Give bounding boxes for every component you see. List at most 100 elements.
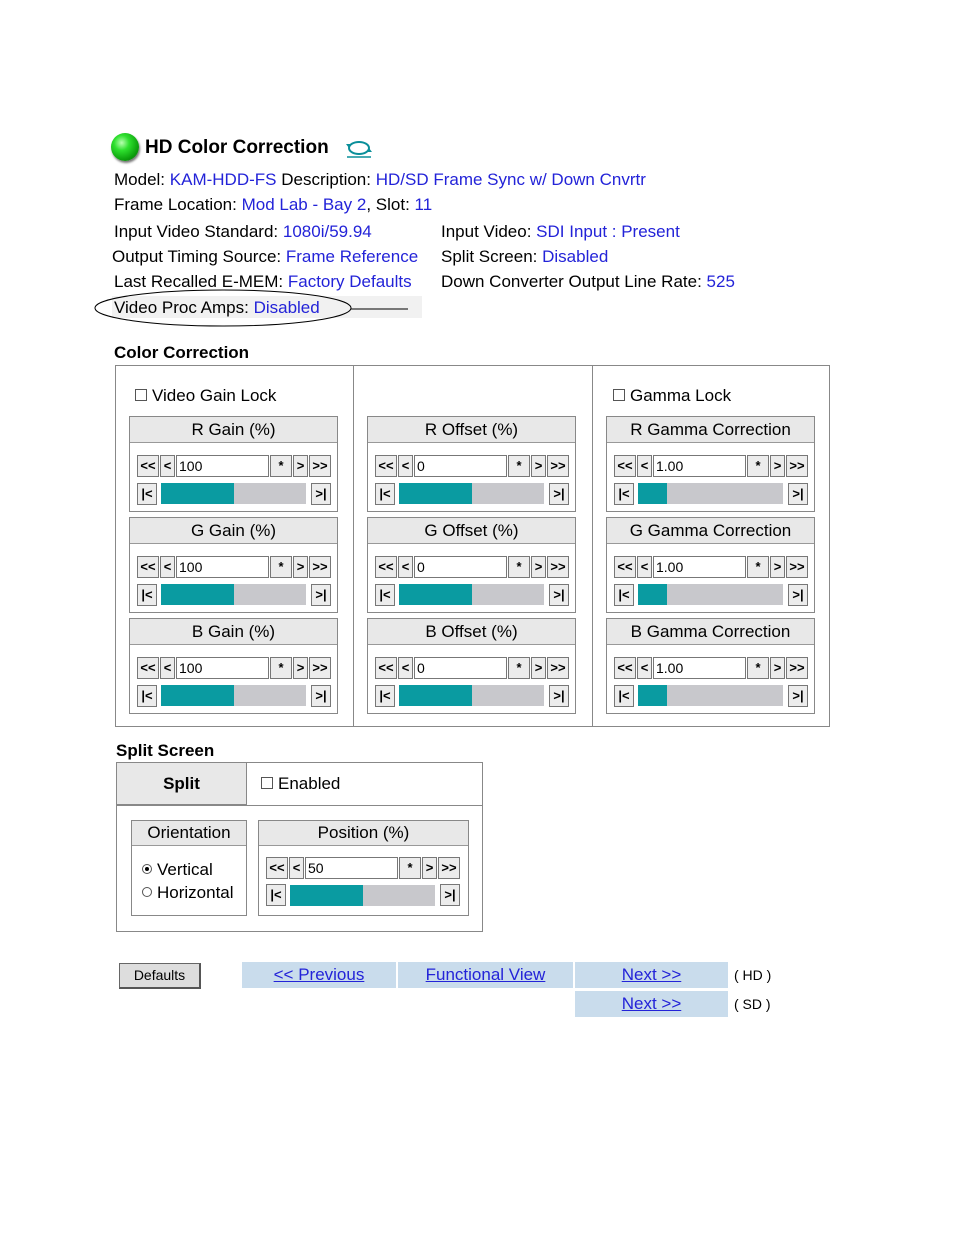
fast-increase-button[interactable]: >> xyxy=(547,556,569,578)
fast-decrease-button[interactable]: << xyxy=(137,657,159,679)
increase-button[interactable]: > xyxy=(293,556,308,578)
r-gain-input[interactable]: 100 xyxy=(176,455,269,477)
fast-decrease-button[interactable]: << xyxy=(137,455,159,477)
b-gain-input[interactable]: 100 xyxy=(176,657,269,679)
b-gamma-input[interactable]: 1.00 xyxy=(653,657,746,679)
default-value-button[interactable]: * xyxy=(270,657,292,679)
refresh-icon[interactable] xyxy=(346,138,372,158)
default-value-button[interactable]: * xyxy=(747,556,769,578)
r-gamma-input[interactable]: 1.00 xyxy=(653,455,746,477)
orientation-vertical-radio[interactable]: Vertical xyxy=(142,860,213,880)
max-button[interactable]: >| xyxy=(311,685,331,707)
fast-increase-button[interactable]: >> xyxy=(786,455,808,477)
decrease-button[interactable]: < xyxy=(398,455,413,477)
max-button[interactable]: >| xyxy=(549,483,569,505)
decrease-button[interactable]: < xyxy=(637,455,652,477)
min-button[interactable]: |< xyxy=(375,584,395,606)
g-offset-input[interactable]: 0 xyxy=(414,556,507,578)
functional-view-link[interactable]: Functional View xyxy=(426,965,546,984)
fast-decrease-button[interactable]: << xyxy=(375,455,397,477)
position-slider[interactable] xyxy=(290,885,435,906)
max-button[interactable]: >| xyxy=(311,584,331,606)
max-button[interactable]: >| xyxy=(788,685,808,707)
decrease-button[interactable]: < xyxy=(160,657,175,679)
checkbox-icon[interactable] xyxy=(261,776,273,789)
fast-increase-button[interactable]: >> xyxy=(309,455,331,477)
checkbox-icon[interactable] xyxy=(613,388,625,401)
g-gain-input[interactable]: 100 xyxy=(176,556,269,578)
increase-button[interactable]: > xyxy=(293,657,308,679)
min-button[interactable]: |< xyxy=(614,483,634,505)
default-value-button[interactable]: * xyxy=(270,556,292,578)
increase-button[interactable]: > xyxy=(531,657,546,679)
fast-decrease-button[interactable]: << xyxy=(266,857,288,879)
min-button[interactable]: |< xyxy=(137,483,157,505)
next-sd-link[interactable]: Next >> xyxy=(622,994,682,1013)
previous-link[interactable]: << Previous xyxy=(274,965,365,984)
split-enabled-checkbox[interactable]: Enabled xyxy=(261,774,340,794)
min-button[interactable]: |< xyxy=(375,483,395,505)
fast-decrease-button[interactable]: << xyxy=(614,556,636,578)
increase-button[interactable]: > xyxy=(770,455,785,477)
default-value-button[interactable]: * xyxy=(508,657,530,679)
fast-increase-button[interactable]: >> xyxy=(309,657,331,679)
increase-button[interactable]: > xyxy=(531,455,546,477)
fast-decrease-button[interactable]: << xyxy=(137,556,159,578)
decrease-button[interactable]: < xyxy=(637,556,652,578)
defaults-button[interactable]: Defaults xyxy=(119,963,201,989)
g-gamma-slider[interactable] xyxy=(638,584,783,605)
min-button[interactable]: |< xyxy=(137,685,157,707)
default-value-button[interactable]: * xyxy=(270,455,292,477)
r-gamma-slider[interactable] xyxy=(638,483,783,504)
decrease-button[interactable]: < xyxy=(398,556,413,578)
next-hd-link[interactable]: Next >> xyxy=(622,965,682,984)
default-value-button[interactable]: * xyxy=(747,657,769,679)
increase-button[interactable]: > xyxy=(293,455,308,477)
r-offset-input[interactable]: 0 xyxy=(414,455,507,477)
g-gain-slider[interactable] xyxy=(161,584,306,605)
fast-increase-button[interactable]: >> xyxy=(786,657,808,679)
g-gamma-input[interactable]: 1.00 xyxy=(653,556,746,578)
fast-increase-button[interactable]: >> xyxy=(547,455,569,477)
b-gamma-slider[interactable] xyxy=(638,685,783,706)
min-button[interactable]: |< xyxy=(137,584,157,606)
decrease-button[interactable]: < xyxy=(398,657,413,679)
decrease-button[interactable]: < xyxy=(160,455,175,477)
orientation-horizontal-radio[interactable]: Horizontal xyxy=(142,883,234,903)
max-button[interactable]: >| xyxy=(788,483,808,505)
fast-decrease-button[interactable]: << xyxy=(614,455,636,477)
max-button[interactable]: >| xyxy=(440,884,460,906)
increase-button[interactable]: > xyxy=(770,556,785,578)
increase-button[interactable]: > xyxy=(531,556,546,578)
fast-increase-button[interactable]: >> xyxy=(547,657,569,679)
radio-icon[interactable] xyxy=(142,863,152,874)
default-value-button[interactable]: * xyxy=(508,556,530,578)
min-button[interactable]: |< xyxy=(614,685,634,707)
position-input[interactable]: 50 xyxy=(305,857,398,879)
fast-decrease-button[interactable]: << xyxy=(614,657,636,679)
max-button[interactable]: >| xyxy=(549,685,569,707)
radio-icon[interactable] xyxy=(142,886,152,897)
fast-decrease-button[interactable]: << xyxy=(375,556,397,578)
increase-button[interactable]: > xyxy=(422,857,437,879)
gamma-lock-checkbox[interactable]: Gamma Lock xyxy=(613,386,731,406)
video-gain-lock-checkbox[interactable]: Video Gain Lock xyxy=(135,386,276,406)
fast-increase-button[interactable]: >> xyxy=(309,556,331,578)
fast-decrease-button[interactable]: << xyxy=(375,657,397,679)
b-gain-slider[interactable] xyxy=(161,685,306,706)
default-value-button[interactable]: * xyxy=(399,857,421,879)
increase-button[interactable]: > xyxy=(770,657,785,679)
min-button[interactable]: |< xyxy=(614,584,634,606)
default-value-button[interactable]: * xyxy=(508,455,530,477)
b-offset-slider[interactable] xyxy=(399,685,544,706)
decrease-button[interactable]: < xyxy=(289,857,304,879)
max-button[interactable]: >| xyxy=(311,483,331,505)
g-offset-slider[interactable] xyxy=(399,584,544,605)
checkbox-icon[interactable] xyxy=(135,388,147,401)
decrease-button[interactable]: < xyxy=(637,657,652,679)
r-offset-slider[interactable] xyxy=(399,483,544,504)
fast-increase-button[interactable]: >> xyxy=(786,556,808,578)
max-button[interactable]: >| xyxy=(788,584,808,606)
decrease-button[interactable]: < xyxy=(160,556,175,578)
max-button[interactable]: >| xyxy=(549,584,569,606)
